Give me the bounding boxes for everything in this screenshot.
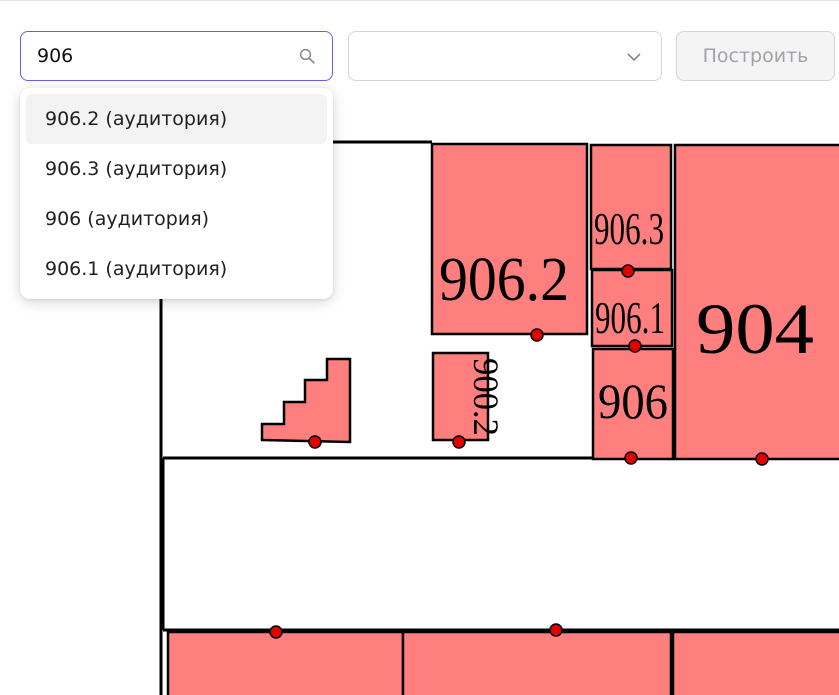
room-label-904: 904 bbox=[696, 289, 814, 369]
room-label-900-2: 900.2 bbox=[466, 358, 506, 436]
room-label-906-2: 906.2 bbox=[439, 246, 569, 314]
room-bottom-2 bbox=[401, 630, 673, 695]
room-bottom-3 bbox=[671, 630, 839, 695]
search-suggestions-dropdown: 906.2 (аудитория) 906.3 (аудитория) 906 … bbox=[20, 88, 333, 299]
suggestion-906[interactable]: 906 (аудитория) bbox=[26, 194, 327, 244]
stairs-icon bbox=[260, 357, 352, 444]
suggestion-906-1[interactable]: 906.1 (аудитория) bbox=[26, 244, 327, 294]
entrance-dot[interactable] bbox=[308, 435, 322, 449]
room-label-906-1: 906.1 bbox=[595, 292, 665, 343]
search-input[interactable] bbox=[37, 44, 287, 68]
entrance-dot[interactable] bbox=[549, 623, 563, 637]
entrance-dot[interactable] bbox=[530, 328, 544, 342]
entrance-dot[interactable] bbox=[624, 451, 638, 465]
room-906-1[interactable]: 906.1 bbox=[590, 268, 674, 348]
entrance-dot[interactable] bbox=[269, 625, 283, 639]
search-icon[interactable] bbox=[298, 47, 316, 65]
room-900-2[interactable]: 900.2 bbox=[431, 351, 506, 442]
entrance-dot[interactable] bbox=[628, 339, 642, 353]
entrance-dot[interactable] bbox=[755, 452, 769, 466]
room-bottom-1 bbox=[166, 630, 405, 695]
suggestion-906-2[interactable]: 906.2 (аудитория) bbox=[26, 94, 327, 144]
room-906-3[interactable]: 906.3 bbox=[589, 143, 673, 271]
build-route-button[interactable]: Построить bbox=[676, 31, 835, 81]
room-label-906: 906 bbox=[598, 373, 668, 429]
entrance-dot[interactable] bbox=[452, 435, 466, 449]
destination-select[interactable] bbox=[348, 31, 662, 81]
chevron-down-icon[interactable] bbox=[625, 48, 643, 66]
room-906[interactable]: 906 bbox=[591, 347, 675, 461]
entrance-dot[interactable] bbox=[621, 264, 635, 278]
bottom-rooms[interactable] bbox=[166, 630, 839, 695]
room-906-2[interactable]: 906.2 bbox=[430, 142, 589, 336]
room-label-906-3: 906.3 bbox=[594, 203, 664, 254]
search-field[interactable] bbox=[20, 31, 333, 81]
room-904[interactable]: 904 bbox=[673, 143, 839, 461]
suggestion-906-3[interactable]: 906.3 (аудитория) bbox=[26, 144, 327, 194]
